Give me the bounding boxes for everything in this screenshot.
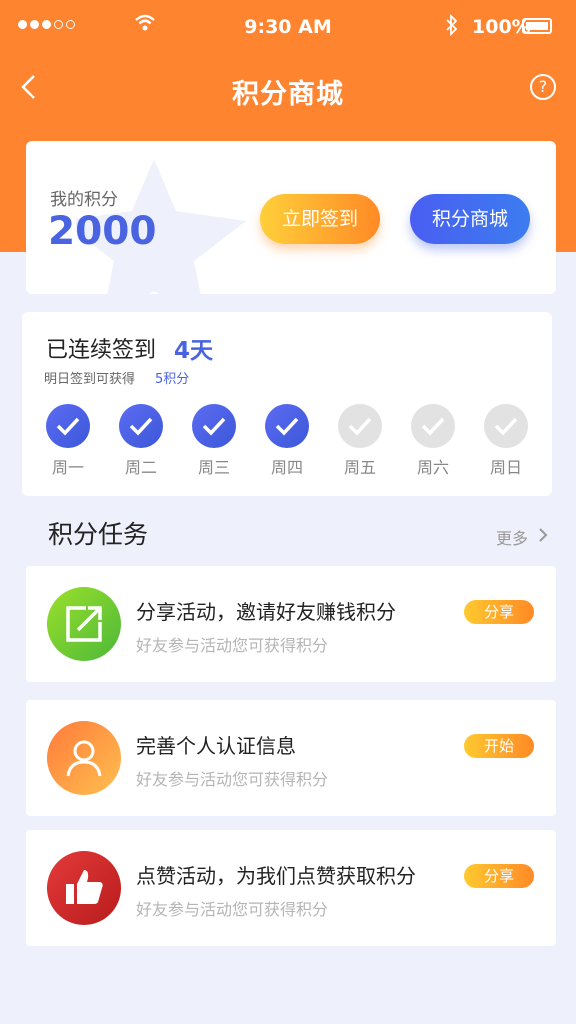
task-desc: 好友参与活动您可获得积分 bbox=[136, 770, 329, 789]
task-card[interactable]: 完善个人认证信息 好友参与活动您可获得积分 开始 bbox=[26, 700, 556, 816]
task-share-button[interactable]: 分享 bbox=[464, 864, 534, 888]
checkin-subtitle: 明日签到可获得 bbox=[44, 372, 136, 387]
more-link[interactable]: 更多 bbox=[496, 525, 528, 549]
check-icon bbox=[265, 404, 309, 448]
status-bar: 9:30 AM 100% bbox=[0, 0, 576, 52]
share-icon bbox=[47, 587, 121, 661]
task-title: 点赞活动，为我们点赞获取积分 bbox=[136, 864, 416, 888]
help-icon[interactable]: ? bbox=[530, 74, 556, 100]
checkin-title: 已连续签到 bbox=[46, 338, 157, 363]
thumbs-up-icon bbox=[47, 851, 121, 925]
day-item: 周一 bbox=[43, 404, 93, 478]
battery-icon bbox=[522, 18, 552, 34]
checkin-days: 4天 bbox=[174, 338, 214, 364]
day-item: 周三 bbox=[189, 404, 239, 478]
check-icon bbox=[338, 404, 382, 448]
user-icon bbox=[47, 721, 121, 795]
task-card[interactable]: 点赞活动，为我们点赞获取积分 好友参与活动您可获得积分 分享 bbox=[26, 830, 556, 946]
task-start-button[interactable]: 开始 bbox=[464, 734, 534, 758]
day-item: 周日 bbox=[481, 404, 531, 478]
task-card[interactable]: 分享活动，邀请好友赚钱积分 好友参与活动您可获得积分 分享 bbox=[26, 566, 556, 682]
day-label: 周五 bbox=[343, 458, 376, 477]
day-label: 周三 bbox=[197, 458, 230, 477]
day-item: 周四 bbox=[262, 404, 312, 478]
points-card: 我的积分 2000 立即签到 积分商城 bbox=[26, 141, 556, 294]
task-desc: 好友参与活动您可获得积分 bbox=[136, 900, 329, 919]
task-desc: 好友参与活动您可获得积分 bbox=[136, 636, 329, 655]
day-label: 周四 bbox=[270, 458, 303, 477]
check-icon bbox=[411, 404, 455, 448]
points-mall-button[interactable]: 积分商城 bbox=[410, 194, 530, 244]
sign-in-button[interactable]: 立即签到 bbox=[260, 194, 380, 244]
bluetooth-icon bbox=[446, 14, 458, 36]
task-title: 完善个人认证信息 bbox=[136, 734, 296, 758]
day-item: 周六 bbox=[408, 404, 458, 478]
task-share-button[interactable]: 分享 bbox=[464, 600, 534, 624]
checkin-subtitle-points: 5积分 bbox=[155, 372, 190, 387]
nav-bar: 积分商城 ? bbox=[0, 60, 576, 116]
tasks-title: 积分任务 bbox=[48, 520, 149, 549]
day-label: 周二 bbox=[124, 458, 157, 477]
check-icon bbox=[192, 404, 236, 448]
chevron-right-icon[interactable] bbox=[538, 527, 548, 543]
task-title: 分享活动，邀请好友赚钱积分 bbox=[136, 600, 396, 624]
points-value: 2000 bbox=[48, 209, 157, 254]
points-label: 我的积分 bbox=[50, 190, 118, 210]
day-item: 周二 bbox=[116, 404, 166, 478]
check-icon bbox=[119, 404, 163, 448]
check-icon bbox=[46, 404, 90, 448]
day-label: 周六 bbox=[416, 458, 449, 477]
day-item: 周五 bbox=[335, 404, 385, 478]
day-label: 周日 bbox=[489, 458, 522, 477]
checkin-card: 已连续签到 4天 明日签到可获得 5积分 周一 周二 周三 周四 周五 周六 周… bbox=[22, 312, 552, 496]
page-title: 积分商城 bbox=[232, 79, 344, 110]
day-label: 周一 bbox=[51, 458, 84, 477]
check-icon bbox=[484, 404, 528, 448]
